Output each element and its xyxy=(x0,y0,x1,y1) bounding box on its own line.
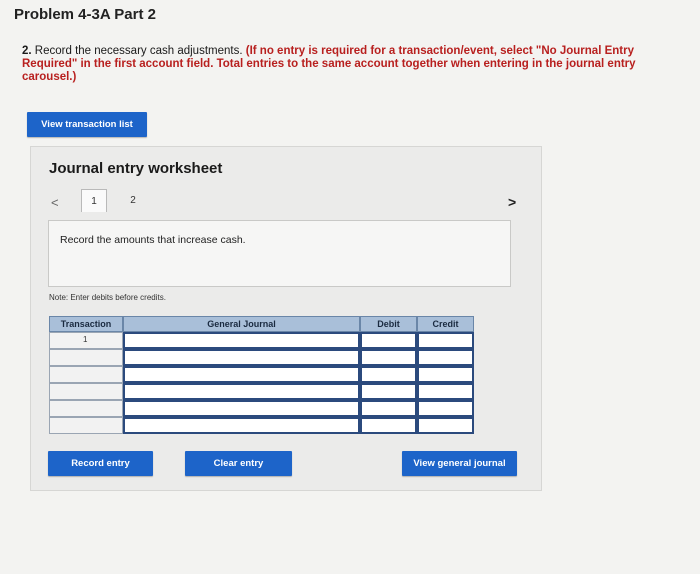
journal-entry-worksheet-panel: Journal entry worksheet < 1 2 > Record t… xyxy=(30,146,542,491)
account-input[interactable] xyxy=(123,366,360,383)
transaction-cell xyxy=(49,366,123,383)
transaction-cell xyxy=(49,400,123,417)
table-row xyxy=(49,417,474,434)
tab-2[interactable]: 2 xyxy=(121,189,145,211)
debit-input[interactable] xyxy=(360,332,417,349)
tab-1[interactable]: 1 xyxy=(81,189,107,212)
clear-entry-button[interactable]: Clear entry xyxy=(185,451,292,476)
header-general-journal: General Journal xyxy=(123,316,360,332)
table-row: 1 xyxy=(49,332,474,349)
debit-input[interactable] xyxy=(360,417,417,434)
question-text: 2. Record the necessary cash adjustments… xyxy=(22,45,662,84)
credit-input[interactable] xyxy=(417,417,474,434)
header-transaction: Transaction xyxy=(49,316,123,332)
transaction-cell: 1 xyxy=(49,332,123,349)
header-credit: Credit xyxy=(417,316,474,332)
debit-input[interactable] xyxy=(360,383,417,400)
credit-input[interactable] xyxy=(417,366,474,383)
debit-input[interactable] xyxy=(360,400,417,417)
chevron-right-icon[interactable]: > xyxy=(508,194,516,210)
account-input[interactable] xyxy=(123,349,360,366)
debit-input[interactable] xyxy=(360,349,417,366)
header-debit: Debit xyxy=(360,316,417,332)
debit-input[interactable] xyxy=(360,366,417,383)
table-row xyxy=(49,349,474,366)
question-number: 2. xyxy=(22,45,32,57)
credit-input[interactable] xyxy=(417,332,474,349)
prompt-text: Record the amounts that increase cash. xyxy=(60,234,246,246)
worksheet-title: Journal entry worksheet xyxy=(49,160,223,177)
view-general-journal-button[interactable]: View general journal xyxy=(402,451,517,476)
view-transaction-list-button[interactable]: View transaction list xyxy=(27,112,147,137)
page-title: Problem 4-3A Part 2 xyxy=(14,6,156,23)
table-row xyxy=(49,383,474,400)
account-input[interactable] xyxy=(123,400,360,417)
transaction-cell xyxy=(49,349,123,366)
credit-input[interactable] xyxy=(417,383,474,400)
transaction-cell xyxy=(49,383,123,400)
account-input[interactable] xyxy=(123,332,360,349)
transaction-cell xyxy=(49,417,123,434)
credit-input[interactable] xyxy=(417,349,474,366)
prompt-box: Record the amounts that increase cash. xyxy=(48,220,511,287)
table-row xyxy=(49,400,474,417)
record-entry-button[interactable]: Record entry xyxy=(48,451,153,476)
credit-input[interactable] xyxy=(417,400,474,417)
note-text: Note: Enter debits before credits. xyxy=(49,293,166,302)
journal-entry-table: Transaction General Journal Debit Credit… xyxy=(49,316,474,438)
table-row xyxy=(49,366,474,383)
account-input[interactable] xyxy=(123,383,360,400)
question-main: Record the necessary cash adjustments. xyxy=(34,45,243,57)
chevron-left-icon[interactable]: < xyxy=(51,195,59,210)
account-input[interactable] xyxy=(123,417,360,434)
